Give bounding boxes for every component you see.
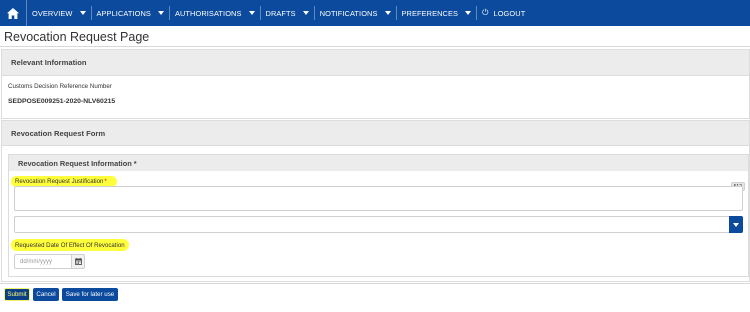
revocation-info-section: Revocation Request Information * Revocat… bbox=[8, 154, 749, 277]
nav-notifications-label: NOTIFICATIONS bbox=[319, 8, 378, 18]
nav-notifications[interactable]: NOTIFICATIONS bbox=[315, 0, 396, 26]
date-input[interactable]: dd/mm/yyyy bbox=[14, 254, 72, 269]
cancel-button[interactable]: Cancel bbox=[33, 288, 59, 301]
revocation-info-heading: Revocation Request Information * bbox=[9, 155, 748, 171]
nav-logout[interactable]: ⏻ LOGOUT bbox=[477, 0, 530, 26]
divider bbox=[0, 46, 750, 47]
home-icon bbox=[7, 7, 19, 19]
home-button[interactable] bbox=[0, 0, 27, 26]
dropdown-toggle-button[interactable] bbox=[729, 216, 743, 233]
save-for-later-button[interactable]: Save for later use bbox=[62, 288, 118, 301]
divider bbox=[0, 283, 750, 284]
reference-number-value: SEDPOSE009251-2020-NLV60215 bbox=[8, 98, 116, 105]
calendar-icon bbox=[74, 258, 82, 265]
chevron-down-icon bbox=[384, 11, 391, 15]
relevant-information-panel: Relevant Information Customs Decision Re… bbox=[1, 49, 750, 119]
page-title: Revocation Request Page bbox=[4, 30, 150, 44]
chevron-down-icon bbox=[79, 11, 86, 15]
nav-overview[interactable]: OVERVIEW bbox=[27, 0, 91, 26]
chevron-down-icon bbox=[465, 11, 472, 15]
nav-applications-label: APPLICATIONS bbox=[96, 8, 151, 18]
logout-icon: ⏻ bbox=[482, 8, 489, 17]
revocation-request-form-panel: Revocation Request Form Revocation Reque… bbox=[1, 120, 750, 282]
top-navbar: OVERVIEW APPLICATIONS AUTHORISATIONS DRA… bbox=[0, 0, 750, 26]
calendar-button[interactable] bbox=[71, 254, 85, 269]
chevron-down-icon bbox=[302, 11, 309, 15]
chevron-down-icon bbox=[157, 11, 164, 15]
nav-authorisations-label: AUTHORISATIONS bbox=[174, 8, 242, 18]
nav-drafts-label: DRAFTS bbox=[265, 8, 296, 18]
chevron-down-icon bbox=[733, 222, 739, 227]
revocation-form-heading: Revocation Request Form bbox=[2, 121, 749, 146]
relevant-information-heading: Relevant Information bbox=[2, 50, 749, 76]
reference-number-label: Customs Decision Reference Number bbox=[8, 83, 112, 90]
date-of-effect-label: Requested Date Of Effect Of Revocation bbox=[11, 239, 129, 251]
justification-label-text: Revocation Request Justification bbox=[15, 178, 104, 185]
nav-authorisations[interactable]: AUTHORISATIONS bbox=[170, 0, 260, 26]
nav-applications[interactable]: APPLICATIONS bbox=[92, 0, 169, 26]
justification-textarea[interactable] bbox=[14, 186, 743, 211]
nav-drafts[interactable]: DRAFTS bbox=[261, 0, 314, 26]
nav-preferences[interactable]: PREFERENCES bbox=[397, 0, 477, 26]
nav-preferences-label: PREFERENCES bbox=[401, 8, 459, 18]
nav-logout-label: LOGOUT bbox=[493, 8, 526, 18]
submit-button[interactable]: Submit bbox=[4, 288, 30, 301]
chevron-down-icon bbox=[248, 11, 255, 15]
required-marker: * bbox=[104, 178, 107, 185]
nav-overview-label: OVERVIEW bbox=[32, 8, 73, 18]
revocation-select[interactable] bbox=[14, 216, 743, 233]
